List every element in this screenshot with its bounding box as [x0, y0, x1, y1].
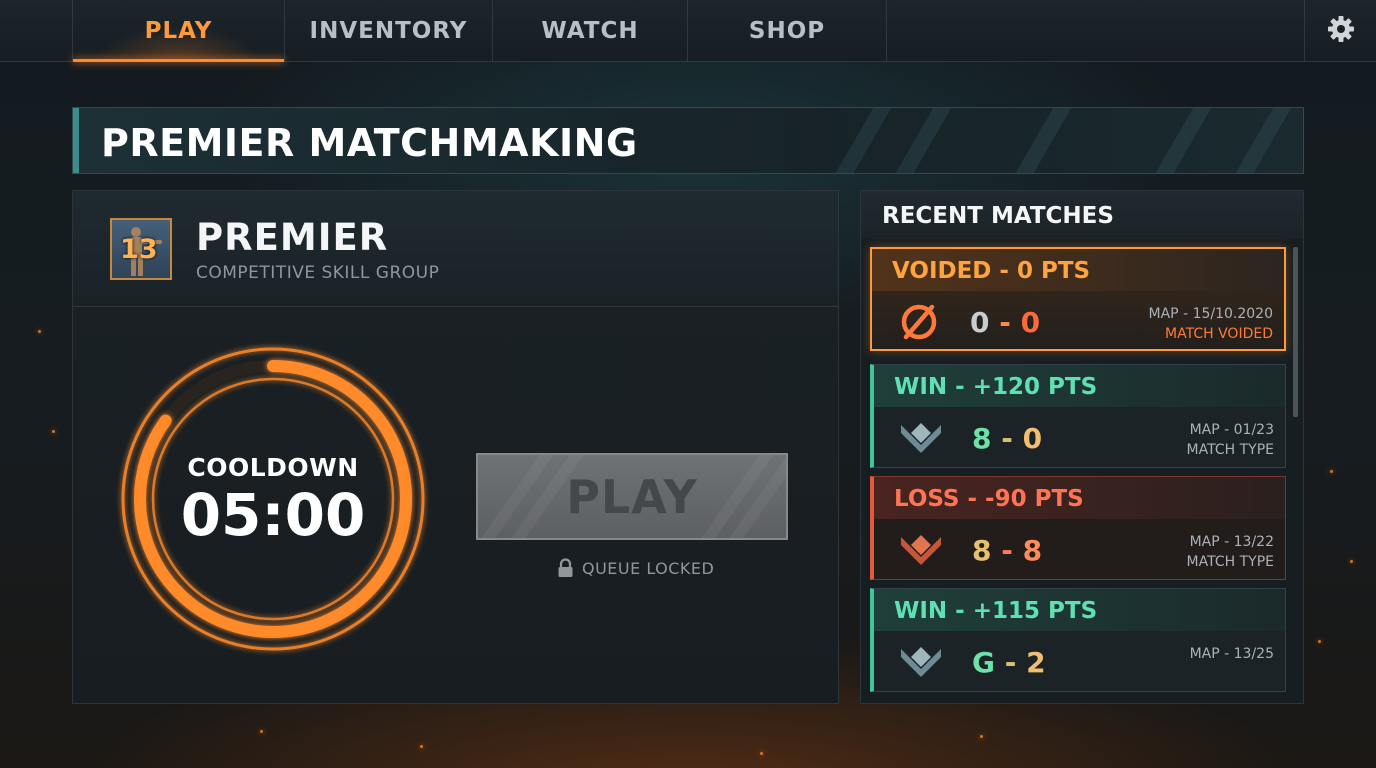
rank-number: 13 [120, 234, 158, 265]
ember-particle [420, 745, 423, 748]
rank-header: 13 PREMIER COMPETITIVE SKILL GROUP [73, 191, 838, 307]
match-type: MATCH TYPE [1186, 442, 1274, 458]
rank-chevron-icon [901, 423, 941, 453]
match-score: 0 - 0 [970, 306, 1041, 339]
ember-particle [760, 752, 763, 755]
premier-panel: 13 PREMIER COMPETITIVE SKILL GROUP COOLD… [72, 190, 839, 704]
recent-matches-header: RECENT MATCHES [861, 191, 1303, 239]
rank-chevron-icon [901, 535, 941, 565]
match-map: MAP - 01/23 [1189, 422, 1274, 438]
tab-shop-label: SHOP [748, 17, 826, 44]
rank-chevron-icon [901, 647, 941, 677]
cooldown-timer: COOLDOWN 05:00 [113, 339, 433, 659]
ember-particle [260, 730, 263, 733]
rank-title: PREMIER [196, 216, 389, 259]
premier-banner: PREMIER MATCHMAKING [72, 107, 1304, 174]
tab-inventory-label: INVENTORY [309, 17, 468, 44]
play-button[interactable]: PLAY [476, 453, 788, 540]
match-map: MAP - 15/10.2020 [1148, 306, 1273, 322]
ember-particle [1330, 470, 1333, 473]
ember-particle [1318, 640, 1321, 643]
match-card-win[interactable]: WIN - +115 PTS G - 2 MAP - 13/25 [870, 588, 1286, 692]
match-map: MAP - 13/25 [1189, 646, 1274, 662]
queue-status-label: QUEUE LOCKED [582, 558, 715, 578]
ember-particle [38, 330, 41, 333]
ember-particle [980, 735, 983, 738]
settings-button[interactable] [1326, 14, 1356, 44]
match-type: MATCH TYPE [1186, 554, 1274, 570]
match-result: WIN - +115 PTS [894, 598, 1098, 624]
ember-particle [1350, 560, 1353, 563]
match-card-voided[interactable]: VOIDED - 0 PTS 0 - 0 MAP - 15/10.2020 MA… [870, 247, 1286, 351]
play-button-label: PLAY [566, 469, 698, 524]
gear-icon [1328, 16, 1354, 42]
tab-play[interactable]: PLAY [72, 0, 285, 62]
queue-status: QUEUE LOCKED [557, 557, 714, 579]
tab-shop[interactable]: SHOP [688, 0, 887, 61]
cooldown-label: COOLDOWN [187, 453, 359, 482]
match-map: MAP - 13/22 [1189, 534, 1274, 550]
scrollbar[interactable] [1293, 247, 1298, 417]
ember-particle [52, 430, 55, 433]
page-title: PREMIER MATCHMAKING [101, 121, 638, 165]
tab-watch[interactable]: WATCH [493, 0, 688, 61]
cooldown-time: 05:00 [180, 481, 366, 549]
rank-badge: 13 [110, 218, 172, 280]
match-result: WIN - +120 PTS [894, 374, 1098, 400]
lock-icon [558, 558, 573, 577]
recent-matches-title: RECENT MATCHES [882, 203, 1114, 229]
nav-divider [1304, 0, 1305, 61]
match-score: G - 2 [972, 646, 1046, 679]
void-icon [901, 304, 937, 340]
rank-subtitle: COMPETITIVE SKILL GROUP [196, 263, 440, 283]
top-nav: PLAY INVENTORY WATCH SHOP [0, 0, 1376, 62]
match-result: LOSS - -90 PTS [894, 486, 1084, 512]
match-result: VOIDED - 0 PTS [892, 258, 1091, 284]
match-card-loss[interactable]: LOSS - -90 PTS 8 - 8 MAP - 13/22 MATCH T… [870, 476, 1286, 580]
recent-matches-panel: RECENT MATCHES VOIDED - 0 PTS 0 - 0 MAP … [860, 190, 1304, 704]
match-score: 8 - 0 [972, 422, 1043, 455]
tab-inventory[interactable]: INVENTORY [285, 0, 493, 61]
tab-watch-label: WATCH [541, 17, 639, 44]
match-score: 8 - 8 [972, 534, 1043, 567]
match-type: MATCH VOIDED [1165, 326, 1273, 342]
match-card-win[interactable]: WIN - +120 PTS 8 - 0 MAP - 01/23 MATCH T… [870, 364, 1286, 468]
tab-play-label: PLAY [144, 17, 213, 44]
